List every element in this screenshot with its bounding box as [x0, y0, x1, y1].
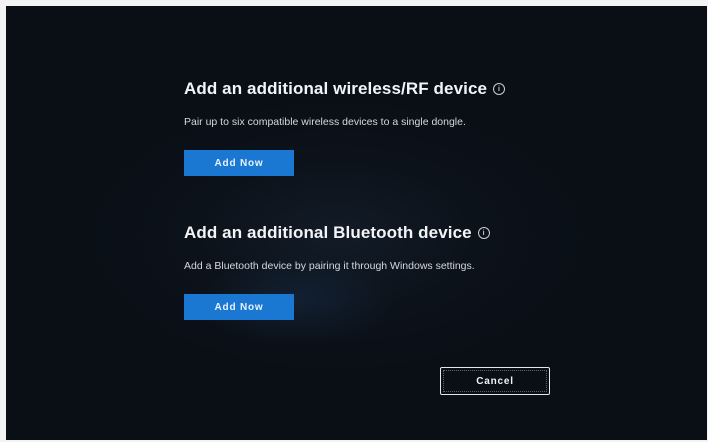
- bt-section-description: Add a Bluetooth device by pairing it thr…: [184, 260, 475, 272]
- bluetooth-device-section: Add an additional Bluetooth device i Add…: [184, 222, 490, 320]
- add-bluetooth-device-button[interactable]: Add Now: [184, 294, 294, 320]
- rf-section-description: Pair up to six compatible wireless devic…: [184, 116, 466, 128]
- info-icon[interactable]: i: [477, 227, 490, 239]
- rf-section-heading: Add an additional wireless/RF device i: [184, 78, 506, 100]
- bt-section-title: Add an additional Bluetooth device: [184, 223, 472, 242]
- add-device-dialog: Add an additional wireless/RF device i P…: [6, 6, 707, 440]
- rf-device-section: Add an additional wireless/RF device i P…: [184, 78, 506, 176]
- add-rf-device-button[interactable]: Add Now: [184, 150, 294, 176]
- cancel-button[interactable]: Cancel: [440, 367, 550, 395]
- rf-section-title: Add an additional wireless/RF device: [184, 79, 488, 98]
- bt-section-heading: Add an additional Bluetooth device i: [184, 222, 490, 244]
- info-icon[interactable]: i: [493, 83, 506, 95]
